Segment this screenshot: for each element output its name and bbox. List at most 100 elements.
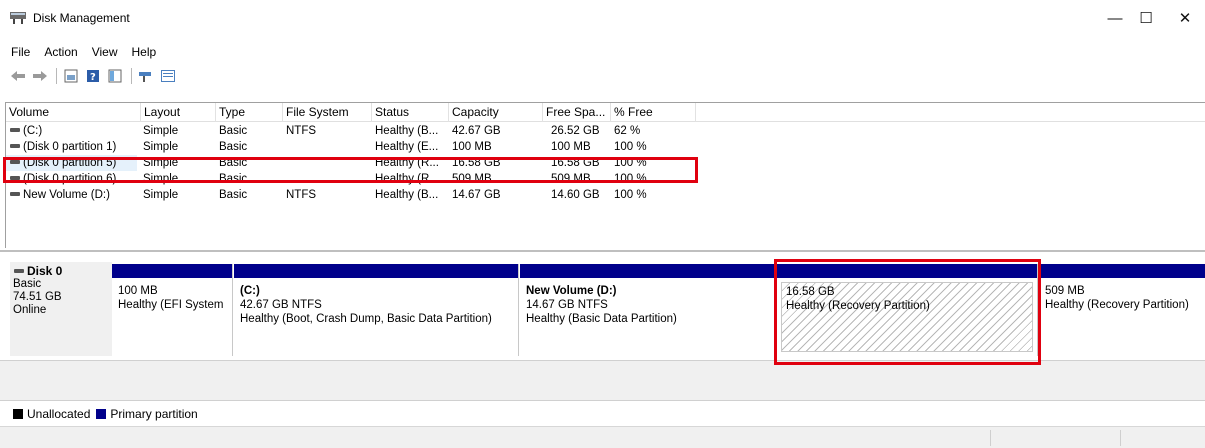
layout-cell: Simple bbox=[143, 141, 179, 153]
menu-file[interactable]: File bbox=[0, 43, 37, 61]
view-button[interactable] bbox=[158, 66, 178, 86]
column-header-volume[interactable]: Volume bbox=[6, 103, 141, 122]
maximize-icon: ☐ bbox=[1139, 10, 1153, 27]
type-cell: Basic bbox=[219, 173, 248, 185]
free-space-cell: 509 MB bbox=[551, 173, 591, 185]
partition-efi[interactable]: 100 MB Healthy (EFI System bbox=[112, 264, 233, 356]
status-cell: Healthy (B... bbox=[375, 125, 439, 137]
drive-icon bbox=[10, 159, 20, 164]
forward-button[interactable] bbox=[30, 66, 50, 86]
partition-bar bbox=[777, 264, 1037, 278]
volume-name: (Disk 0 partition 6) bbox=[23, 173, 117, 185]
column-header-capacity[interactable]: Capacity bbox=[449, 103, 543, 122]
status-pane bbox=[990, 430, 1120, 446]
table-row[interactable]: (Disk 0 partition 6) Simple Basic Health… bbox=[6, 171, 1205, 187]
show-hide-button[interactable] bbox=[105, 66, 125, 86]
menu-help[interactable]: Help bbox=[125, 43, 164, 61]
title-bar: Disk Management — ☐ ✕ bbox=[0, 0, 1205, 34]
back-button[interactable] bbox=[8, 66, 28, 86]
partition-c[interactable]: (C:) 42.67 GB NTFS Healthy (Boot, Crash … bbox=[234, 264, 519, 356]
type-cell: Basic bbox=[219, 125, 248, 137]
partition-body: 509 MB Healthy (Recovery Partition) bbox=[1041, 282, 1203, 352]
column-header-type[interactable]: Type bbox=[216, 103, 283, 122]
partition-recovery-2[interactable]: 509 MB Healthy (Recovery Partition) bbox=[1039, 264, 1205, 356]
partition-size: 16.58 GB bbox=[786, 286, 835, 298]
minimize-icon: — bbox=[1107, 9, 1123, 27]
type-cell: Basic bbox=[219, 157, 248, 169]
status-cell: Healthy (B... bbox=[375, 189, 439, 201]
column-header-layout[interactable]: Layout bbox=[141, 103, 216, 122]
volume-name: (Disk 0 partition 5) bbox=[23, 157, 117, 169]
disk-view-empty-area bbox=[0, 360, 1205, 400]
file-system-cell bbox=[286, 171, 371, 187]
partition-recovery-1[interactable]: 16.58 GB Healthy (Recovery Partition) bbox=[777, 264, 1038, 356]
volume-name: (Disk 0 partition 1) bbox=[23, 141, 117, 153]
help-button[interactable]: ? bbox=[83, 66, 103, 86]
partition-title: New Volume (D:) bbox=[526, 285, 617, 297]
status-bar bbox=[0, 426, 1205, 448]
type-cell: Basic bbox=[219, 141, 248, 153]
disk-0-label[interactable]: Disk 0 Basic 74.51 GB Online bbox=[10, 262, 112, 356]
unallocated-swatch bbox=[13, 408, 23, 419]
volume-name: New Volume (D:) bbox=[23, 189, 110, 201]
percent-free-cell: 100 % bbox=[614, 173, 647, 185]
volume-name: (C:) bbox=[23, 125, 43, 137]
disk-size: 74.51 GB bbox=[13, 291, 62, 303]
partition-status: Healthy (Boot, Crash Dump, Basic Data Pa… bbox=[240, 313, 492, 325]
volume-cell: (C:) bbox=[9, 123, 139, 139]
disk-name: Disk 0 bbox=[27, 264, 63, 278]
column-header-percent-free[interactable]: % Free bbox=[611, 103, 696, 122]
file-system-cell bbox=[286, 139, 371, 155]
svg-text:?: ? bbox=[90, 72, 96, 83]
column-header-file-system[interactable]: File System bbox=[283, 103, 372, 122]
partition-d[interactable]: New Volume (D:) 14.67 GB NTFS Healthy (B… bbox=[520, 264, 776, 356]
legend-primary: Primary partition bbox=[110, 406, 198, 421]
toolbar: ? bbox=[0, 64, 1205, 88]
view-icon bbox=[161, 70, 175, 82]
disk-name-row: Disk 0 bbox=[13, 265, 112, 278]
layout-cell: Simple bbox=[143, 189, 179, 201]
menu-action[interactable]: Action bbox=[37, 43, 84, 61]
free-space-cell: 14.60 GB bbox=[551, 189, 600, 201]
table-row[interactable]: New Volume (D:) Simple Basic NTFS Health… bbox=[6, 187, 1205, 203]
drive-icon bbox=[10, 175, 20, 180]
layout-cell: Simple bbox=[143, 125, 179, 137]
status-cell: Healthy (R... bbox=[375, 173, 439, 185]
column-header-free-space[interactable]: Free Spa... bbox=[543, 103, 611, 122]
toolbar-separator bbox=[56, 68, 57, 84]
drive-icon bbox=[10, 191, 20, 196]
close-button[interactable]: ✕ bbox=[1162, 4, 1205, 32]
menu-view[interactable]: View bbox=[85, 43, 125, 61]
show-hide-icon bbox=[108, 69, 122, 83]
table-row[interactable]: (Disk 0 partition 1) Simple Basic Health… bbox=[6, 139, 1205, 155]
toolbar-separator bbox=[131, 68, 132, 84]
free-space-cell: 26.52 GB bbox=[551, 125, 600, 137]
volume-list[interactable]: Volume Layout Type File System Status Ca… bbox=[5, 102, 1205, 248]
partition-status: Healthy (Recovery Partition) bbox=[786, 300, 930, 312]
free-space-cell: 16.58 GB bbox=[551, 157, 600, 169]
partition-bar bbox=[234, 264, 518, 278]
column-header-status[interactable]: Status bbox=[372, 103, 449, 122]
file-system-cell: NTFS bbox=[286, 189, 317, 201]
partition-body: 100 MB Healthy (EFI System bbox=[114, 282, 230, 352]
partition-bar bbox=[112, 264, 232, 278]
partition-size: 14.67 GB NTFS bbox=[526, 299, 608, 311]
table-row-selected[interactable]: (Disk 0 partition 5) Simple Basic Health… bbox=[6, 155, 1205, 171]
drive-icon bbox=[10, 127, 20, 132]
partition-body: (C:) 42.67 GB NTFS Healthy (Boot, Crash … bbox=[236, 282, 516, 352]
help-icon: ? bbox=[87, 70, 99, 83]
partition-status: Healthy (EFI System bbox=[118, 299, 224, 311]
partition-status: Healthy (Recovery Partition) bbox=[1045, 299, 1189, 311]
percent-free-cell: 100 % bbox=[614, 157, 647, 169]
legend: Unallocated Primary partition bbox=[0, 400, 1205, 426]
properties-button[interactable] bbox=[61, 66, 81, 86]
partition-status: Healthy (Basic Data Partition) bbox=[526, 313, 677, 325]
percent-free-cell: 100 % bbox=[614, 141, 647, 153]
connect-button[interactable] bbox=[136, 66, 156, 86]
status-cell: Healthy (E... bbox=[375, 141, 439, 153]
partition-body-selected: 16.58 GB Healthy (Recovery Partition) bbox=[781, 282, 1033, 352]
table-row[interactable]: (C:) Simple Basic NTFS Healthy (B... 42.… bbox=[6, 123, 1205, 139]
legend-unallocated: Unallocated bbox=[27, 406, 91, 421]
free-space-cell: 100 MB bbox=[551, 141, 591, 153]
volume-cell: (Disk 0 partition 5) bbox=[6, 155, 137, 171]
